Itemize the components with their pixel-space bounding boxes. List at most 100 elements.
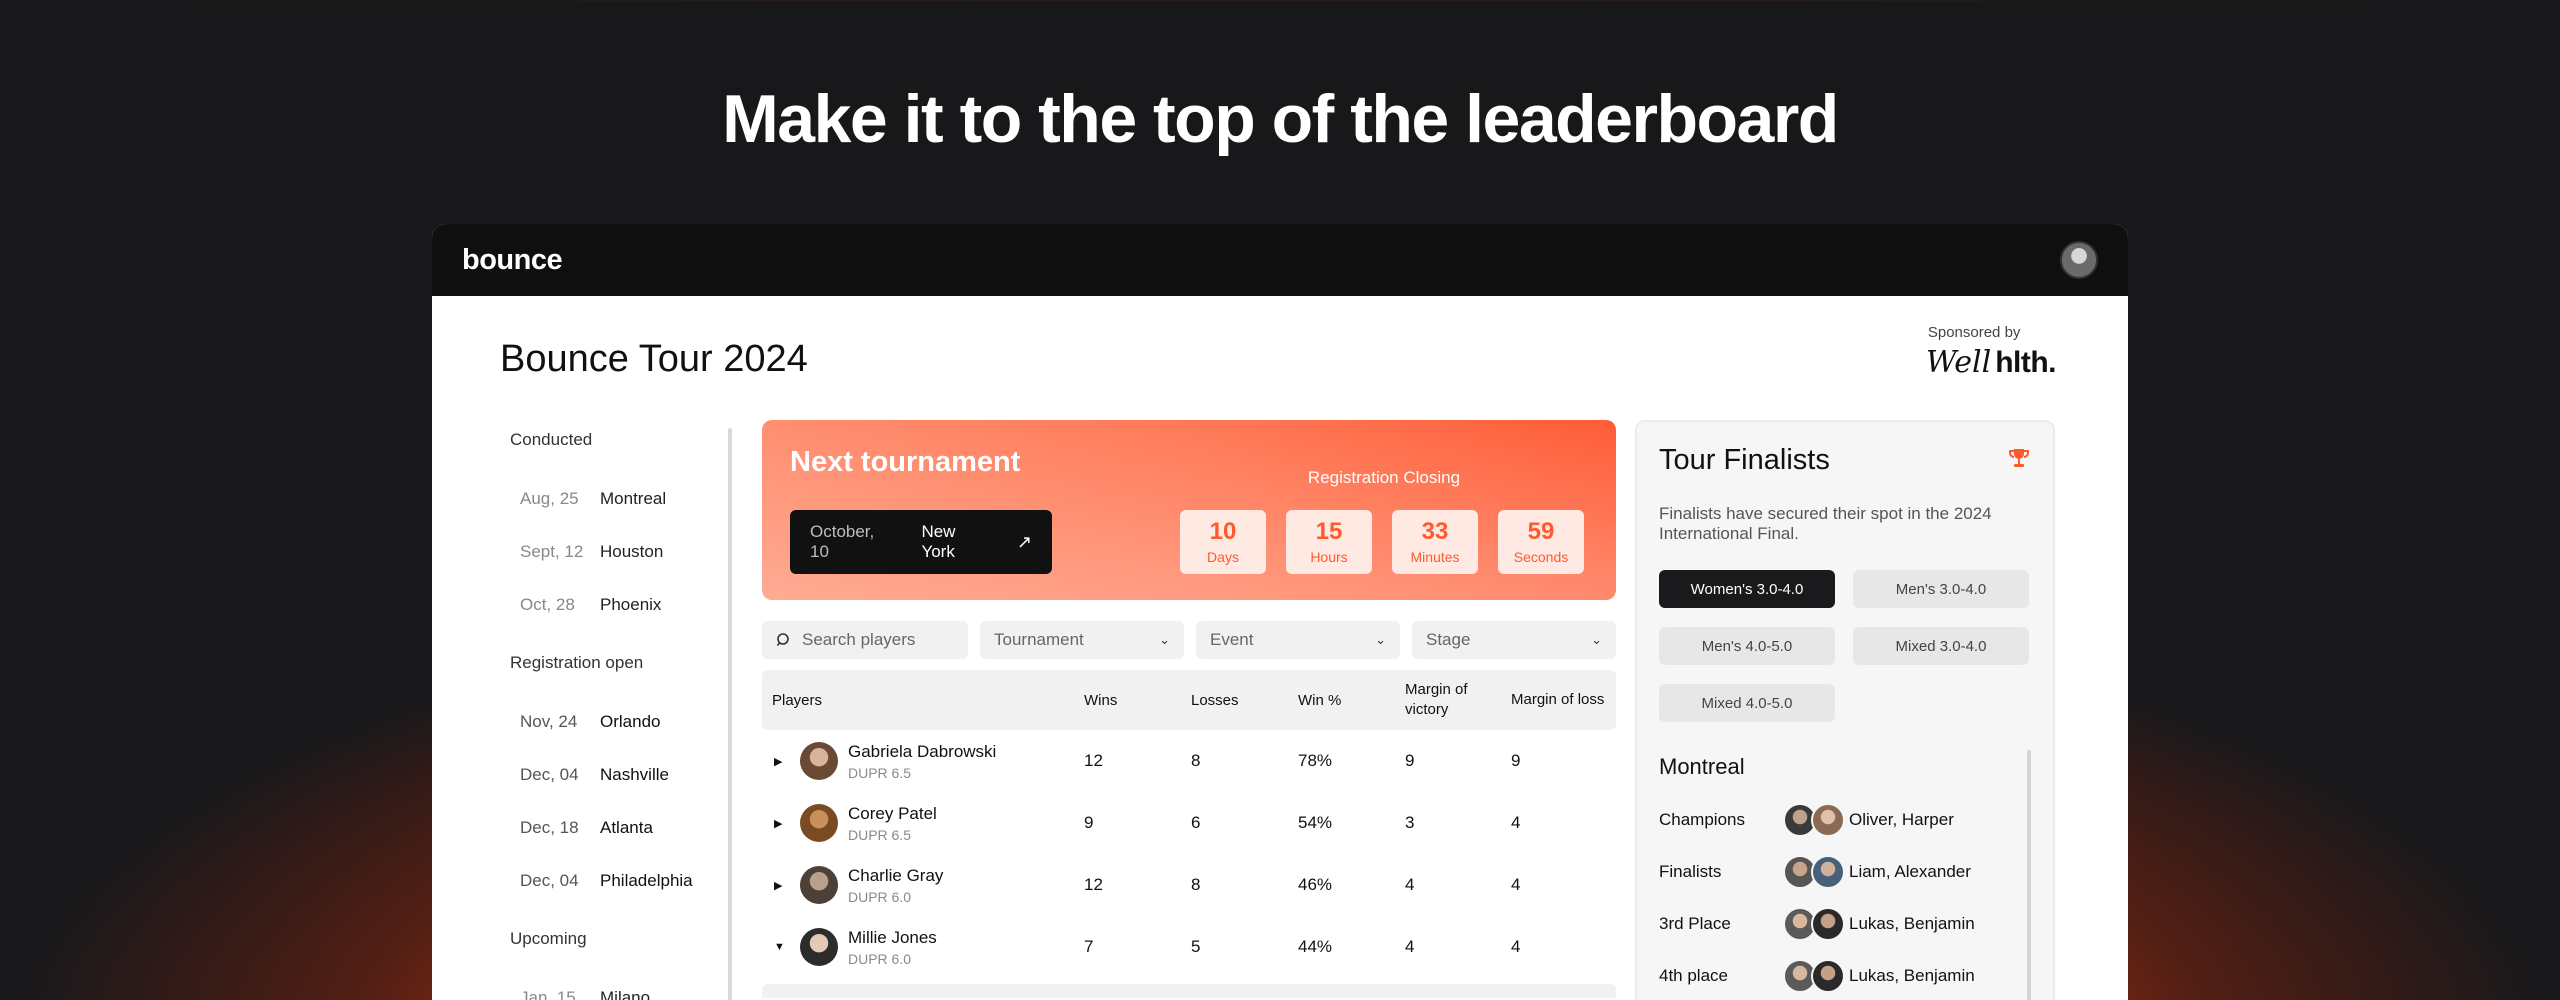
sidebar-item-city: Montreal (600, 488, 667, 508)
sidebar-item[interactable]: Dec, 18 Atlanta (510, 801, 710, 854)
countdown-unit: Seconds (1513, 549, 1569, 565)
user-avatar[interactable] (2060, 241, 2098, 279)
tab-mens-4-5[interactable]: Men's 4.0-5.0 (1659, 627, 1835, 665)
cell-win-pct: 78% (1298, 751, 1333, 770)
sidebar-group-conducted: Conducted Aug, 25 Montreal Sept, 12 Housto… (510, 430, 710, 631)
event-select-label: Event (1210, 630, 1254, 649)
header-margin-victory[interactable]: Margin of victory (1405, 680, 1511, 720)
table-row[interactable]: ▶ Gabriela Dabrowski DUPR 6.5 12 8 78% 9 9 (762, 730, 1616, 792)
caret-right-icon[interactable]: ▶ (774, 879, 800, 892)
sidebar-group-registration-open: Registration open Nov, 24 Orlando Dec, 04… (510, 653, 710, 907)
sponsor-logo-script: Well (1925, 345, 1992, 380)
sidebar-item-date: Dec, 18 (520, 817, 579, 837)
countdown-seconds: 59 Seconds (1498, 510, 1584, 574)
cell-win-pct: 54% (1298, 813, 1333, 832)
tab-mixed-4-5[interactable]: Mixed 4.0-5.0 (1659, 684, 1835, 722)
next-tournament-date: October, 10 (810, 522, 875, 561)
sidebar-item-date: Oct, 28 (520, 594, 575, 614)
player-avatar (800, 866, 838, 904)
header-players[interactable]: Players (762, 692, 1084, 709)
headline: Make it to the top of the leaderboard (722, 81, 1839, 157)
sidebar-item[interactable]: Sept, 12 Houston (510, 525, 710, 578)
avatar-pair (1783, 907, 1845, 941)
countdown-value: 10 (1209, 518, 1237, 545)
chevron-down-icon: ⌄ (1375, 632, 1386, 647)
finalists-city: Montreal (1659, 754, 1745, 779)
cell-margin-loss: 4 (1511, 875, 1521, 894)
cell-wins: 9 (1084, 813, 1094, 832)
sponsor-logo-bold: hlth. (1995, 346, 2056, 379)
player-names: Liam, Alexander (1849, 862, 1971, 881)
sidebar-scrollbar[interactable] (728, 428, 732, 1000)
sidebar-item[interactable]: Oct, 28 Phoenix (510, 578, 710, 631)
sidebar-item[interactable]: Aug, 25 Montreal (510, 472, 710, 525)
trophy-icon (2009, 449, 2029, 467)
avatar-pair (1783, 803, 1845, 837)
countdown-value: 59 (1527, 518, 1555, 545)
leaderboard-table: Players Wins Losses Win % Margin of vict… (762, 670, 1616, 998)
app-window: bounce Bounce Tour 2024 Sponsored by Wel… (432, 224, 2128, 1000)
registration-closing-label: Registration Closing (1307, 468, 1461, 487)
player-names: Oliver, Harper (1849, 810, 1954, 829)
cell-wins: 12 (1084, 751, 1103, 770)
sponsor-label: Sponsored by (1927, 324, 2021, 341)
player-dupr: DUPR 6.5 (848, 764, 912, 781)
sidebar-section-title: Upcoming (510, 929, 587, 948)
filter-bar: Search players Tournament ⌄ Event ⌄ Stage ⌄ (762, 621, 1616, 659)
arrow-up-right-icon: ↗ (1016, 531, 1032, 552)
sidebar-item-city: Philadelphia (600, 870, 693, 890)
player-dupr: DUPR 6.5 (848, 826, 912, 843)
tab-mixed-3-4[interactable]: Mixed 3.0-4.0 (1853, 627, 2029, 665)
stage-select[interactable]: Stage ⌄ (1412, 621, 1616, 659)
finalists-scrollbar[interactable] (2027, 750, 2031, 1000)
sidebar-item-city: Nashville (600, 764, 669, 784)
countdown-minutes: 33 Minutes (1392, 510, 1478, 574)
next-tournament-link[interactable]: October, 10 New York ↗ (790, 510, 1052, 574)
app-logo[interactable]: bounce (462, 244, 563, 277)
placement-label: Finalists (1659, 862, 1722, 881)
tournament-select[interactable]: Tournament ⌄ (980, 621, 1184, 659)
player-name: Corey Patel (848, 803, 937, 823)
event-select[interactable]: Event ⌄ (1196, 621, 1400, 659)
countdown: 10 Days 15 Hours 33 Minutes 59 Seconds (1180, 510, 1584, 574)
countdown-unit: Hours (1310, 549, 1348, 565)
sidebar-item[interactable]: Dec, 04 Philadelphia (510, 854, 710, 907)
caret-right-icon[interactable]: ▶ (774, 817, 800, 830)
cell-margin-victory: 3 (1405, 813, 1415, 832)
division-tabs: Women's 3.0-4.0 Men's 3.0-4.0 Men's 4.0-… (1659, 570, 2029, 722)
player-name: Charlie Gray (848, 865, 944, 885)
search-placeholder: Search players (802, 630, 916, 649)
caret-down-icon[interactable]: ▼ (774, 941, 800, 953)
sidebar-item-date: Jan, 15 (520, 987, 576, 1000)
sidebar-item[interactable]: Dec, 04 Nashville (510, 748, 710, 801)
cell-margin-loss: 4 (1511, 937, 1521, 956)
sidebar-group-upcoming: Upcoming Jan, 15 Milano (510, 929, 710, 1000)
next-tournament-card: Next tournament October, 10 New York ↗ R… (762, 420, 1616, 600)
sidebar-item-date: Dec, 04 (520, 870, 579, 890)
player-names: Lukas, Benjamin (1849, 966, 1975, 985)
header-wins[interactable]: Wins (1084, 692, 1191, 709)
tab-mens-3-4[interactable]: Men's 3.0-4.0 (1853, 570, 2029, 608)
sidebar-item[interactable]: Jan, 15 Milano (510, 971, 710, 1000)
cell-losses: 8 (1191, 875, 1201, 894)
header-losses[interactable]: Losses (1191, 692, 1298, 709)
player-avatar (800, 804, 838, 842)
search-players-input[interactable]: Search players (762, 621, 968, 659)
caret-right-icon[interactable]: ▶ (774, 755, 800, 768)
header-win-pct[interactable]: Win % (1298, 692, 1405, 709)
sidebar-item[interactable]: Nov, 24 Orlando (510, 695, 710, 748)
sidebar-item-date: Dec, 04 (520, 764, 579, 784)
table-header: Players Wins Losses Win % Margin of vict… (762, 670, 1616, 730)
sidebar-item-city: Phoenix (600, 594, 662, 614)
tab-womens-3-4[interactable]: Women's 3.0-4.0 (1659, 570, 1835, 608)
cell-losses: 6 (1191, 813, 1201, 832)
player-names: Lukas, Benjamin (1849, 914, 1975, 933)
table-row[interactable]: ▶ Corey Patel DUPR 6.5 9 6 54% 3 4 (762, 792, 1616, 854)
table-row[interactable]: ▶ Charlie Gray DUPR 6.0 12 8 46% 4 4 (762, 854, 1616, 916)
cell-losses: 8 (1191, 751, 1201, 770)
header-margin-loss[interactable]: Margin of loss (1511, 690, 1616, 710)
chevron-down-icon: ⌄ (1591, 632, 1602, 647)
table-row[interactable]: ▼ Millie Jones DUPR 6.0 7 5 44% 4 4 (762, 916, 1616, 978)
placement-label: Champions (1659, 810, 1745, 829)
sidebar-item-city: Houston (600, 541, 664, 561)
